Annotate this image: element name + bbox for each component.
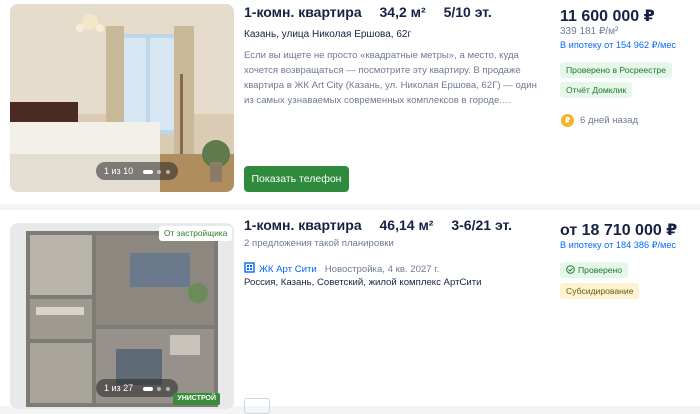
pagination-dot <box>157 170 162 175</box>
photo-counter: 1 из 10 <box>96 162 178 180</box>
pagination-dot <box>142 170 153 175</box>
listing-description: Если вы ищете не просто «квадратные метр… <box>244 50 537 106</box>
listing-title[interactable]: 1-комн. квартира 46,14 м² 3-6/21 эт. <box>244 217 526 233</box>
title-floor: 3-6/21 эт. <box>451 217 513 233</box>
pagination-dot <box>157 387 162 392</box>
title-area: 34,2 м² <box>379 4 426 20</box>
photo-pagination-dots <box>141 380 170 398</box>
title-rooms: 1-комн. квартира <box>244 217 362 233</box>
rosreestr-verified-badge[interactable]: Проверено в Росреестре <box>560 62 672 78</box>
photo-counter-text: 1 из 27 <box>104 383 134 393</box>
price-per-sqm: 339 181 ₽/м² <box>560 26 619 37</box>
listing-photo[interactable]: 1 из 10 <box>10 4 234 192</box>
developer-badge: От застройщика <box>159 226 233 241</box>
pagination-dot <box>142 387 153 392</box>
photo-counter-text: 1 из 10 <box>104 166 134 176</box>
listing-age: ₽6 дней назад <box>561 114 638 127</box>
pagination-dot <box>165 170 170 175</box>
mortgage-link[interactable]: В ипотеку от 154 962 ₽/мес <box>560 40 676 51</box>
listing-age-text: 6 дней назад <box>580 115 639 127</box>
coin-icon: ₽ <box>561 114 574 127</box>
title-floor: 5/10 эт. <box>443 4 492 20</box>
title-rooms: 1-комн. квартира <box>244 4 362 20</box>
complex-row: ЖК Арт Сити Новостройка, 4 кв. 2027 г. <box>244 262 439 275</box>
building-icon <box>244 262 255 273</box>
verified-badge[interactable]: Проверено <box>560 262 629 278</box>
complex-meta: Новостройка, 4 кв. 2027 г. <box>324 264 440 275</box>
listing-card[interactable]: От застройщика 1 из 27 УНИСТРОЙ 1-комн. … <box>0 210 700 414</box>
listing-card[interactable]: 1 из 10 1-комн. квартира 34,2 м² 5/10 эт… <box>0 0 700 204</box>
show-phone-button[interactable]: Показать телефон <box>244 166 349 192</box>
floorplan-photo[interactable]: От застройщика 1 из 27 УНИСТРОЙ <box>10 223 234 409</box>
listing-location[interactable]: Россия, Казань, Советский, жилой комплек… <box>244 277 482 288</box>
listing-title[interactable]: 1-комн. квартира 34,2 м² 5/10 эт. <box>244 4 506 20</box>
listing-price: 11 600 000 ₽ <box>560 8 655 25</box>
photo-pagination-dots <box>141 163 170 181</box>
listing-address[interactable]: Казань, улица Николая Ершова, 62г <box>244 29 411 40</box>
complex-link[interactable]: ЖК Арт Сити <box>259 264 317 275</box>
listing-price: от 18 710 000 ₽ <box>560 222 678 239</box>
photo-counter: 1 из 27 <box>96 379 178 397</box>
domclick-report-badge[interactable]: Отчёт Домклик <box>560 82 633 98</box>
subsidy-badge[interactable]: Субсидирование <box>560 283 640 299</box>
developer-logo: УНИСТРОЙ <box>173 393 220 405</box>
compare-checkbox[interactable] <box>244 398 270 414</box>
layout-offers-count[interactable]: 2 предложения такой планировки <box>244 238 394 249</box>
mortgage-link[interactable]: В ипотеку от 184 386 ₽/мес <box>560 240 676 251</box>
verified-badge-text: Проверено <box>578 265 623 275</box>
pagination-dot <box>165 387 170 392</box>
check-circle-icon <box>566 265 575 274</box>
title-area: 46,14 м² <box>379 217 434 233</box>
